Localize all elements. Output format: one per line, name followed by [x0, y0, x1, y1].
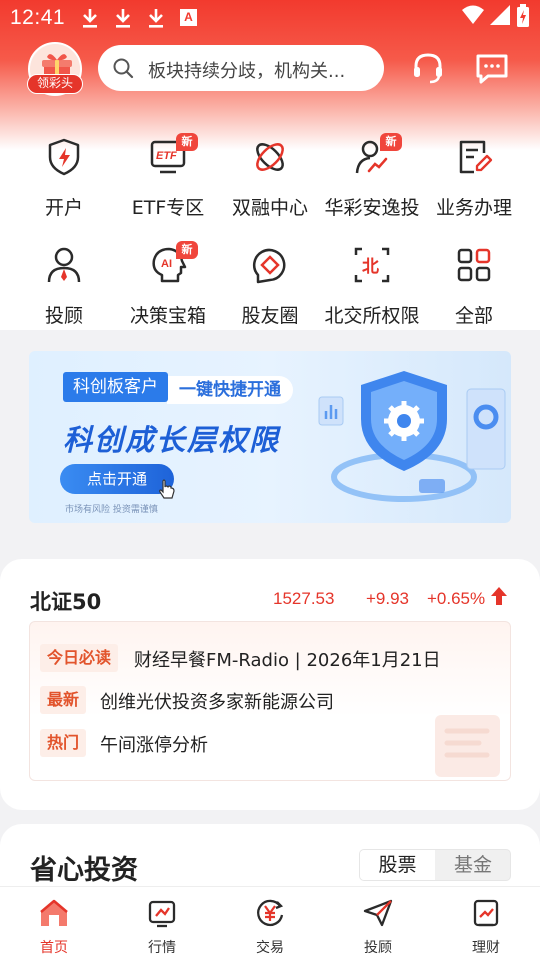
grid-item-label: ETF专区: [131, 197, 205, 219]
banner-title: 科创成长层权限: [63, 423, 281, 457]
grid-item-bse-permission[interactable]: 北 北交所权限: [318, 245, 426, 345]
news-tag: 热门: [40, 729, 87, 757]
grid-item-business[interactable]: 业务办理: [420, 137, 528, 237]
new-badge: 新: [176, 133, 198, 151]
segment-stock[interactable]: 股票: [360, 850, 435, 880]
index-name[interactable]: 北证50: [30, 586, 101, 616]
banner-tag: 科创板客户: [63, 372, 168, 402]
svg-text:北: 北: [362, 257, 379, 277]
hand-pointer-icon: [159, 479, 175, 499]
grid-item-label: 双融中心: [231, 197, 308, 219]
news-tag: 最新: [40, 686, 87, 714]
grid-item-label: 全部: [454, 305, 493, 327]
banner-open-button[interactable]: 点击开通: [60, 464, 174, 494]
new-badge: 新: [380, 133, 402, 151]
nav-label: 行情: [148, 940, 176, 956]
up-arrow-icon: [491, 587, 507, 605]
grid-item-decision-box[interactable]: AI 新 决策宝箱: [114, 241, 222, 345]
banner-risk-note: 市场有风险 投资需谨慎: [65, 505, 158, 515]
grid-item-huacai-anyi[interactable]: 新 华彩安逸投: [318, 133, 426, 237]
grid-item-label: 股友圈: [241, 305, 299, 327]
grid-item-label: 业务办理: [435, 197, 512, 219]
grid-item-label: 投顾: [44, 305, 83, 327]
market-chart-icon: [148, 900, 176, 928]
banner-subtag: 一键快捷开通: [167, 376, 293, 404]
grid-item-all[interactable]: 全部: [420, 245, 528, 345]
svg-text:AI: AI: [161, 258, 172, 270]
news-item[interactable]: 今日必读 财经早餐FM-Radio | 2026年1月21日: [40, 644, 500, 674]
grid-item-label: 开户: [44, 197, 83, 219]
person-tie-icon: [47, 247, 81, 283]
grid-item-advisor[interactable]: 投顾: [10, 245, 118, 345]
promo-banner[interactable]: 一键快捷开通 科创板客户 科创成长层权限 点击开通 市场有风险 投资需谨慎: [29, 351, 511, 523]
news-item[interactable]: 热门 午间涨停分析: [40, 729, 420, 759]
new-badge: 新: [176, 241, 198, 259]
news-list: 今日必读 财经早餐FM-Radio | 2026年1月21日 最新 创维光伏投资…: [29, 621, 511, 781]
quick-entry-panel: 开户 ETF 新 ETF专区 双融中心 新 华彩安逸投 业务办理 投顾 AI 新…: [0, 0, 540, 545]
nav-advisor[interactable]: 投顾: [324, 887, 432, 960]
news-text: 财经早餐FM-Radio | 2026年1月21日: [134, 650, 441, 671]
nav-label: 理财: [472, 940, 500, 956]
news-item[interactable]: 最新 创维光伏投资多家新能源公司: [40, 686, 500, 716]
segment-control: 股票 基金: [359, 849, 511, 881]
nav-label: 交易: [256, 940, 284, 956]
nav-label: 投顾: [364, 940, 392, 956]
grid-item-label: 北交所权限: [324, 305, 420, 327]
shield-lightning-icon: [48, 138, 80, 176]
segment-fund[interactable]: 基金: [435, 850, 510, 880]
nav-wealth[interactable]: 理财: [432, 887, 540, 960]
index-change: +9.93: [366, 589, 410, 608]
news-document-icon: [435, 715, 500, 777]
nav-home[interactable]: 首页: [0, 887, 108, 960]
security-shield-illustration: [318, 371, 506, 502]
grid-all-icon: [457, 248, 491, 282]
document-edit-icon: [459, 140, 493, 174]
index-change-pct: +0.65%: [427, 589, 486, 608]
grid-item-label: 华彩安逸投: [324, 197, 420, 219]
news-text: 创维光伏投资多家新能源公司: [100, 692, 334, 713]
nav-trade[interactable]: 交易: [216, 887, 324, 960]
grid-item-open-account[interactable]: 开户: [10, 137, 118, 237]
bottom-nav: 首页 行情 交易 投顾 理财: [0, 886, 540, 960]
dual-finance-icon: [256, 143, 284, 171]
svg-text:ETF: ETF: [156, 150, 177, 162]
bei-exchange-icon: 北: [354, 247, 390, 283]
index-value: 1527.53: [273, 589, 335, 608]
grid-item-stock-circle[interactable]: 股友圈: [216, 245, 324, 345]
home-icon: [40, 899, 68, 926]
yen-trade-icon: [257, 899, 284, 927]
nav-label: 首页: [40, 940, 68, 956]
paper-plane-icon: [363, 899, 393, 927]
grid-item-etf[interactable]: ETF 新 ETF专区: [114, 133, 222, 237]
circle-diamond-icon: [253, 248, 286, 284]
wealth-icon: [473, 899, 499, 927]
grid-item-label: 决策宝箱: [129, 305, 206, 327]
news-text: 午间涨停分析: [100, 735, 208, 756]
grid-item-margin-center[interactable]: 双融中心: [216, 137, 324, 237]
market-news-card: 北证50 1527.53 +9.93 +0.65% 今日必读 财经早餐FM-Ra…: [0, 559, 540, 810]
nav-market[interactable]: 行情: [108, 887, 216, 960]
news-tag: 今日必读: [40, 644, 119, 672]
section-title: 省心投资: [30, 855, 138, 886]
